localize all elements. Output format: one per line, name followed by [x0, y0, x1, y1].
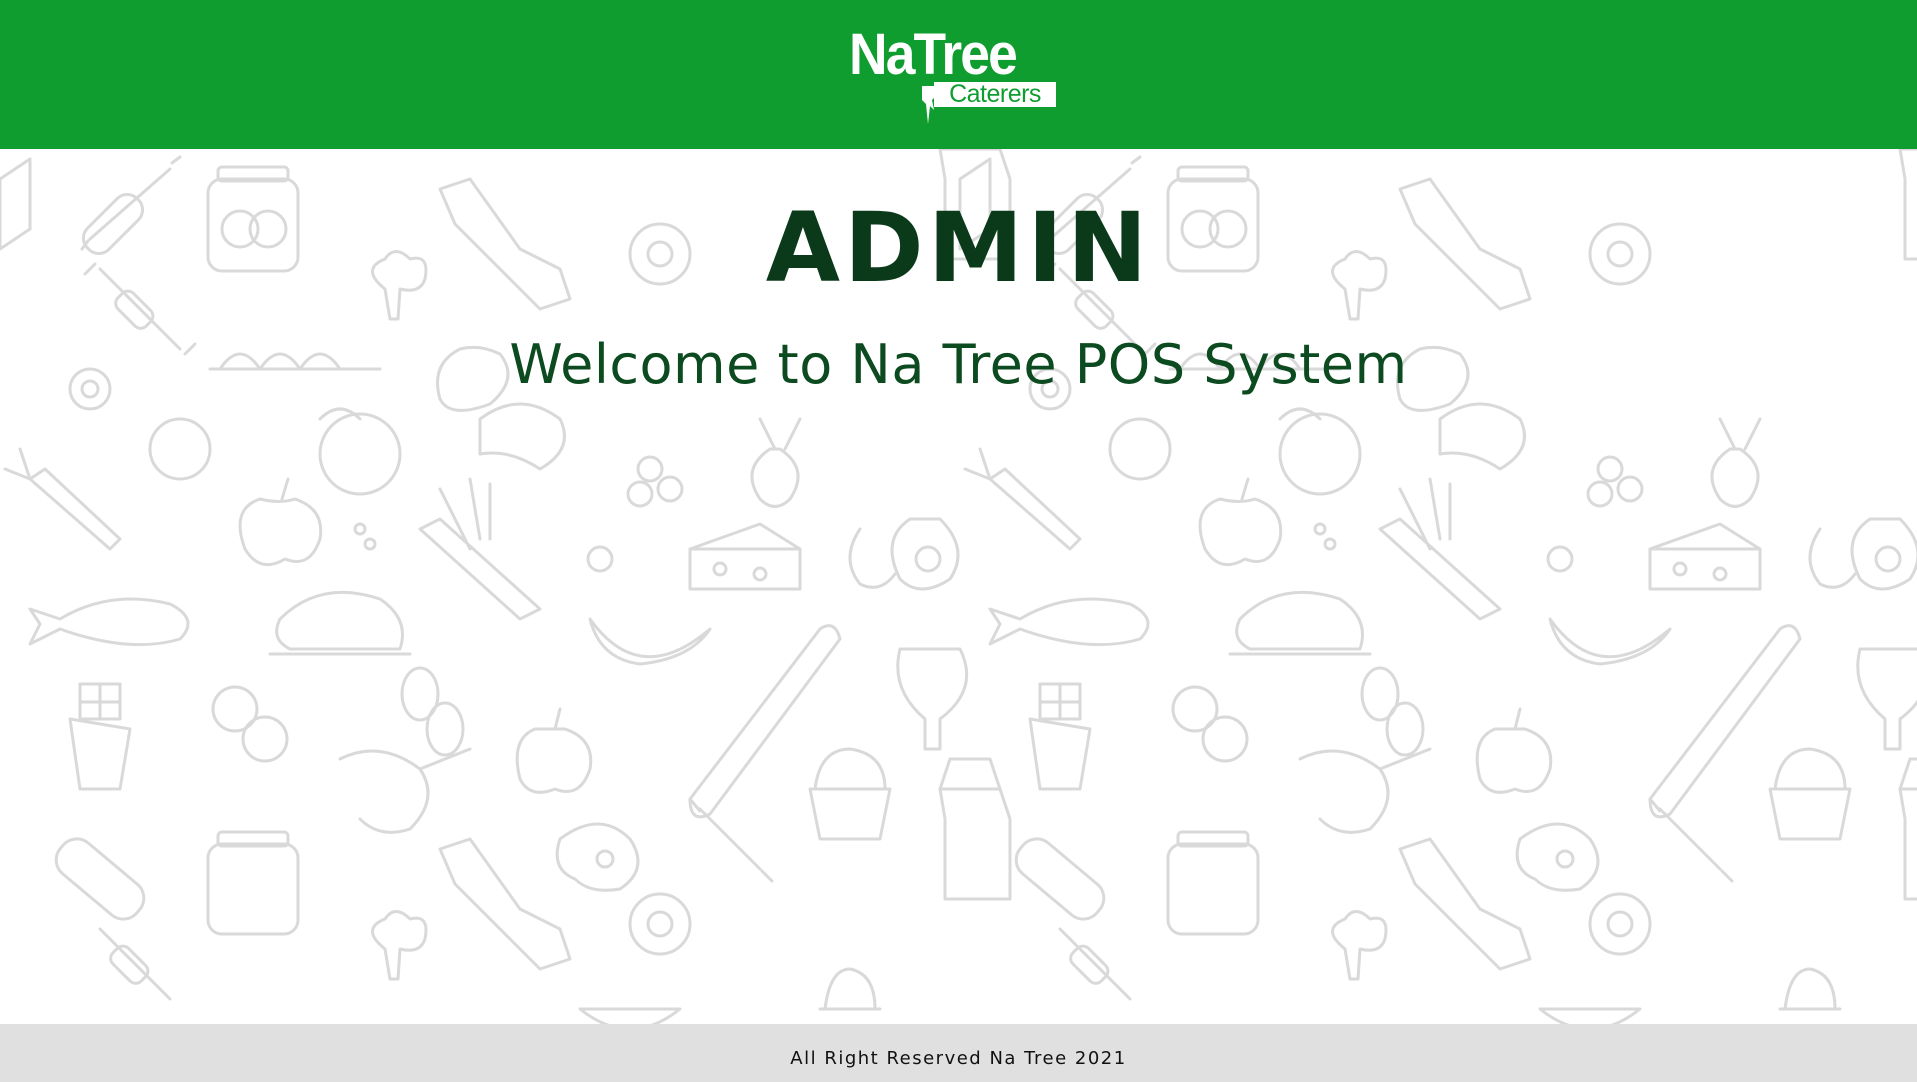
logo-tagline: Caterers: [934, 82, 1056, 107]
header-bar: NaTree Caterers: [0, 0, 1917, 149]
natree-logo: NaTree Caterers: [849, 26, 1059, 126]
logo-wordmark: NaTree: [849, 22, 1018, 87]
welcome-subtitle: Welcome to Na Tree POS System: [509, 333, 1408, 396]
footer-bar: All Right Reserved Na Tree 2021: [0, 1024, 1917, 1082]
copyright-text: All Right Reserved Na Tree 2021: [790, 1048, 1127, 1069]
page-title: ADMIN: [765, 192, 1152, 304]
